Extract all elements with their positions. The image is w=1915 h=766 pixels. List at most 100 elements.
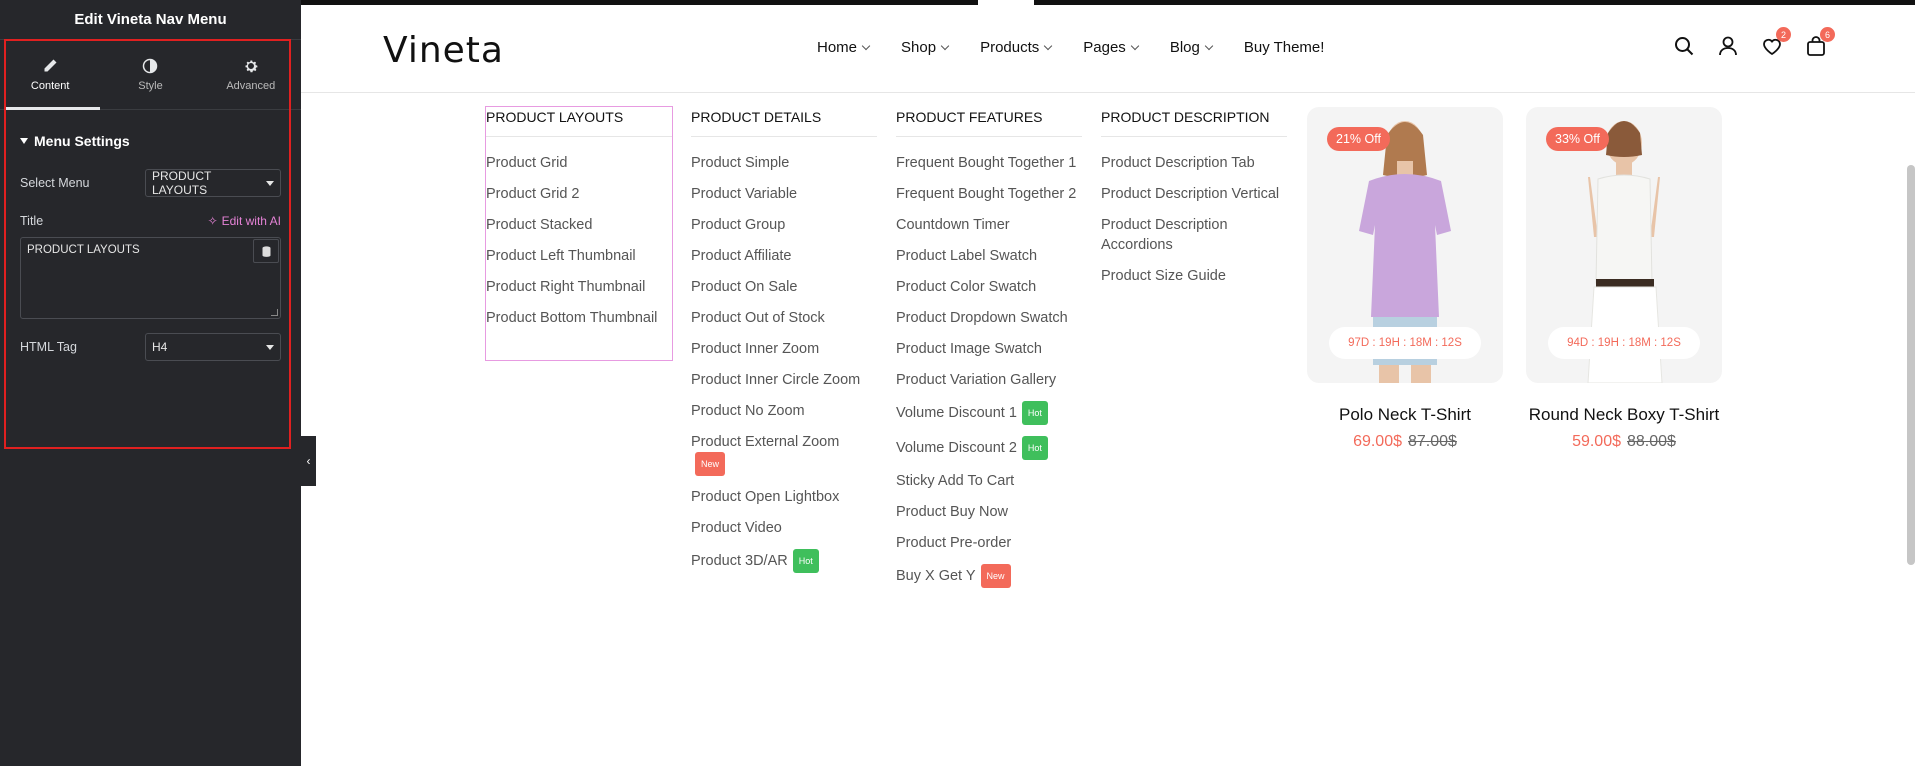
menu-link[interactable]: Product Out of Stock	[691, 308, 877, 328]
menu-link[interactable]: Product Variation Gallery	[896, 370, 1082, 390]
pencil-icon	[44, 59, 57, 71]
nav-shop-label: Shop	[901, 39, 937, 56]
resize-handle[interactable]	[271, 309, 278, 316]
nav-buy-theme[interactable]: Buy Theme!	[1244, 39, 1325, 56]
menu-link[interactable]: Product Simple	[691, 153, 877, 173]
hot-badge: Hot	[1021, 436, 1048, 460]
select-menu-value: PRODUCT LAYOUTS	[152, 169, 212, 197]
menu-link[interactable]: Product Description Accordions	[1101, 215, 1287, 255]
edit-with-ai-button[interactable]: ✧ Edit with AI	[208, 214, 281, 228]
product-image[interactable]: 33% Off 94D : 19H : 18M : 12S	[1526, 107, 1722, 383]
menu-column-product-description: PRODUCT DESCRIPTION Product Description …	[1101, 107, 1287, 297]
menu-link-label: Product Dropdown Swatch	[896, 310, 1068, 326]
title-textarea[interactable]: PRODUCT LAYOUTS	[20, 237, 281, 319]
menu-link-label: Product Description Accordions	[1101, 217, 1228, 253]
countdown-timer: 94D : 19H : 18M : 12S	[1548, 327, 1700, 359]
menu-link[interactable]: Product Variable	[691, 184, 877, 204]
menu-link-label: Frequent Bought Together 2	[896, 186, 1077, 202]
menu-link[interactable]: Product Description Tab	[1101, 153, 1287, 173]
nav-blog[interactable]: Blog	[1170, 39, 1214, 56]
menu-link[interactable]: Volume Discount 2 Hot	[896, 436, 1082, 460]
menu-link[interactable]: Product Description Vertical	[1101, 184, 1287, 204]
product-image[interactable]: 21% Off 97D : 19H : 18M : 12S	[1307, 107, 1503, 383]
menu-link-label: Sticky Add To Cart	[896, 473, 1015, 489]
product-card[interactable]: 33% Off 94D : 19H : 18M : 12S Round Neck…	[1526, 107, 1722, 451]
collapse-panel-button[interactable]: ‹	[301, 436, 316, 486]
menu-link[interactable]: Product Affiliate	[691, 246, 877, 266]
html-tag-dropdown[interactable]: H4	[145, 333, 281, 361]
menu-link[interactable]: Sticky Add To Cart	[896, 471, 1082, 491]
editor-panel: Edit Vineta Nav Menu Content Style Advan…	[0, 0, 301, 766]
account-button[interactable]	[1717, 35, 1739, 57]
tab-content[interactable]: Content	[0, 40, 101, 110]
nav-pages[interactable]: Pages	[1083, 39, 1140, 56]
title-row: Title ✧ Edit with AI	[0, 211, 301, 231]
column-links: Product Description Tab Product Descript…	[1101, 153, 1287, 286]
html-tag-row: HTML Tag H4	[0, 333, 301, 361]
menu-link-label: Volume Discount 2	[896, 439, 1017, 456]
menu-link[interactable]: Product Group	[691, 215, 877, 235]
menu-link[interactable]: Product On Sale	[691, 277, 877, 297]
menu-link-label: Product Out of Stock	[691, 310, 825, 326]
nav-home[interactable]: Home	[817, 39, 871, 56]
product-name[interactable]: Round Neck Boxy T-Shirt	[1526, 403, 1722, 427]
tab-advanced[interactable]: Advanced	[201, 40, 301, 109]
original-price: 88.00$	[1627, 433, 1676, 450]
menu-link[interactable]: Product No Zoom	[691, 401, 877, 421]
editor-tabs: Content Style Advanced	[0, 40, 301, 110]
menu-link-label: Product Video	[691, 520, 782, 536]
hot-badge: Hot	[1021, 401, 1048, 425]
menu-link-label: Product Buy Now	[896, 504, 1009, 520]
menu-link[interactable]: Buy X Get Y New	[896, 564, 1082, 588]
product-name[interactable]: Polo Neck T-Shirt	[1307, 403, 1503, 427]
cart-count-badge: 6	[1820, 27, 1835, 42]
sale-badge: 33% Off	[1546, 127, 1609, 151]
original-price: 87.00$	[1408, 433, 1457, 450]
menu-link-label: Buy X Get Y	[896, 567, 976, 584]
site-header: Vineta Home Shop Products Pages Blog Buy…	[301, 5, 1915, 93]
editor-title: Edit Vineta Nav Menu	[0, 0, 301, 40]
product-card[interactable]: 21% Off 97D : 19H : 18M : 12S Polo Neck …	[1307, 107, 1503, 451]
menu-link-label: Product External Zoom	[691, 434, 840, 450]
menu-link[interactable]: Product 3D/AR Hot	[691, 549, 877, 573]
cart-button[interactable]: 6	[1805, 27, 1835, 57]
menu-link[interactable]: Product Inner Zoom	[691, 339, 877, 359]
column-heading: PRODUCT DESCRIPTION	[1101, 107, 1287, 137]
menu-link-label: Product Image Swatch	[896, 341, 1042, 357]
menu-link[interactable]: Product Label Swatch	[896, 246, 1082, 266]
select-menu-row: Select Menu PRODUCT LAYOUTS	[0, 169, 301, 197]
menu-link[interactable]: Product Size Guide	[1101, 266, 1287, 286]
menu-link[interactable]: Countdown Timer	[896, 215, 1082, 235]
menu-link[interactable]: Product Buy Now	[896, 502, 1082, 522]
menu-link[interactable]: Product Open Lightbox	[691, 487, 877, 507]
nav-products[interactable]: Products	[980, 39, 1053, 56]
dynamic-tags-button[interactable]	[253, 239, 279, 263]
menu-link[interactable]: Product Color Swatch	[896, 277, 1082, 297]
menu-link[interactable]: Product Image Swatch	[896, 339, 1082, 359]
tab-style[interactable]: Style	[100, 40, 200, 109]
menu-link[interactable]: Frequent Bought Together 2	[896, 184, 1082, 204]
menu-link[interactable]: Volume Discount 1 Hot	[896, 401, 1082, 425]
menu-link[interactable]: Product Dropdown Swatch	[896, 308, 1082, 328]
site-logo[interactable]: Vineta	[383, 30, 504, 71]
menu-link[interactable]: Product Video	[691, 518, 877, 538]
caret-down-icon	[20, 138, 28, 144]
menu-settings-label: Menu Settings	[34, 133, 130, 149]
menu-link[interactable]: Product Pre-order	[896, 533, 1082, 553]
chevron-down-icon	[1130, 41, 1140, 50]
main-nav: Home Shop Products Pages Blog Buy Theme!	[817, 39, 1356, 56]
menu-link-label: Product No Zoom	[691, 403, 805, 419]
select-menu-dropdown[interactable]: PRODUCT LAYOUTS	[145, 169, 281, 197]
wishlist-button[interactable]: 2	[1761, 27, 1791, 57]
search-button[interactable]	[1673, 35, 1695, 57]
menu-link-label: Product Description Vertical	[1101, 186, 1280, 202]
menu-link[interactable]: Frequent Bought Together 1	[896, 153, 1082, 173]
page-scrollbar[interactable]	[1907, 165, 1915, 565]
chevron-left-icon: ‹	[306, 454, 311, 468]
nav-home-label: Home	[817, 39, 858, 56]
nav-shop[interactable]: Shop	[901, 39, 950, 56]
menu-link[interactable]: Product Inner Circle Zoom	[691, 370, 877, 390]
menu-link-label: Product 3D/AR	[691, 552, 788, 569]
menu-settings-toggle[interactable]: Menu Settings	[0, 121, 301, 161]
menu-link[interactable]: Product External Zoom New	[691, 432, 877, 476]
